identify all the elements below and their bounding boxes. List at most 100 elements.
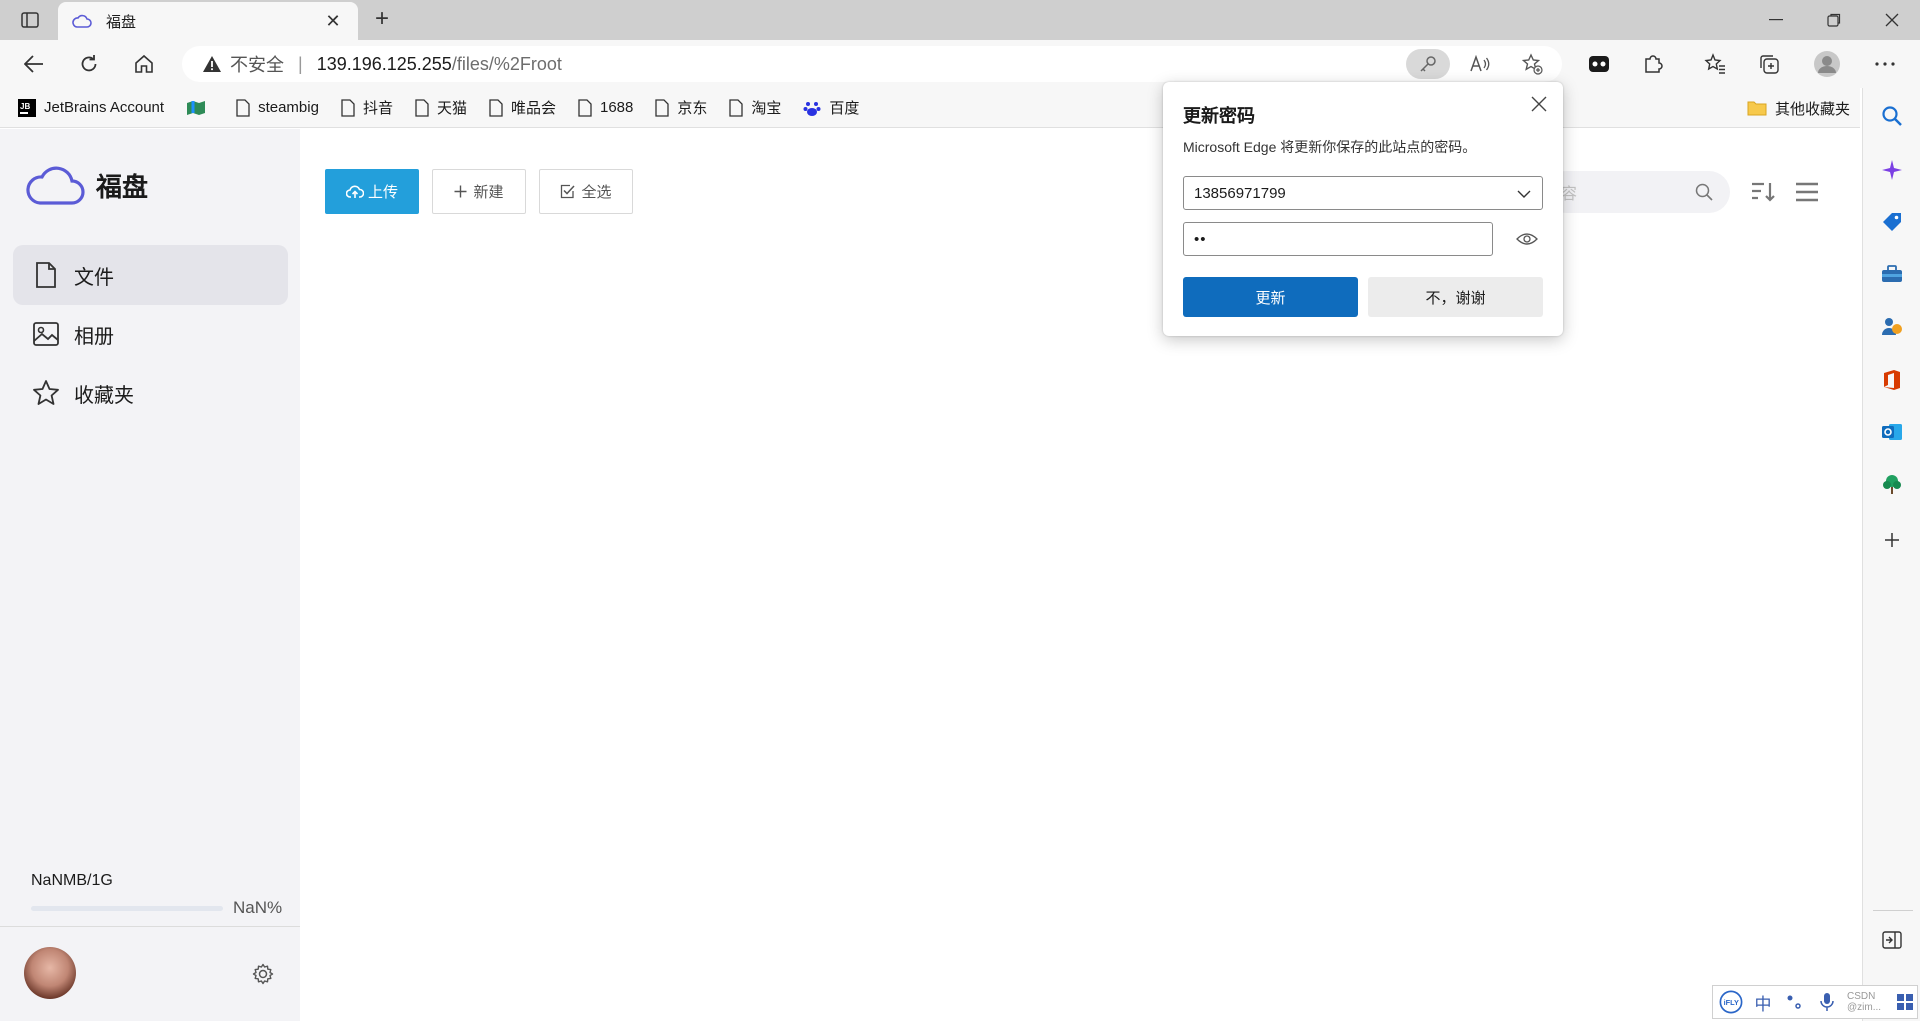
bookmark-map[interactable] xyxy=(186,100,214,116)
bookmark-jd[interactable]: 京东 xyxy=(655,97,707,118)
page-icon xyxy=(578,98,592,117)
panel-collapse-icon xyxy=(1882,931,1902,949)
new-tab-button[interactable]: + xyxy=(368,6,396,34)
profile-icon xyxy=(1814,51,1840,77)
hamburger-icon xyxy=(1796,182,1818,202)
bookmark-label: 唯品会 xyxy=(510,100,556,117)
close-window-button[interactable] xyxy=(1864,0,1920,40)
sidebar-games-button[interactable] xyxy=(1880,314,1904,338)
dialog-close-button[interactable] xyxy=(1527,92,1551,116)
bookmark-tmall[interactable]: 天猫 xyxy=(415,97,467,118)
show-password-button[interactable] xyxy=(1515,229,1539,249)
url-path: /files/%2Froot xyxy=(451,53,562,74)
new-button[interactable]: 新建 xyxy=(432,169,526,214)
password-key-button[interactable] xyxy=(1406,49,1450,79)
svg-text:iFLY: iFLY xyxy=(1724,998,1739,1007)
app-logo[interactable]: 福盘 xyxy=(26,163,148,207)
address-separator: | xyxy=(298,53,303,74)
upload-button[interactable]: 上传 xyxy=(325,169,419,214)
ime-mode-toggle[interactable]: 中 xyxy=(1751,988,1775,1016)
profile-button[interactable] xyxy=(1811,48,1843,80)
extension-button-1[interactable] xyxy=(1583,48,1615,80)
star-icon xyxy=(32,379,60,407)
ifly-logo-icon[interactable]: iFLY xyxy=(1719,988,1743,1016)
bookmark-steambig[interactable]: steambig xyxy=(236,98,319,117)
tab-title: 福盘 xyxy=(106,13,137,31)
decline-button[interactable]: 不，谢谢 xyxy=(1368,277,1543,317)
read-aloud-icon xyxy=(1470,55,1490,72)
sidebar-search-button[interactable] xyxy=(1880,104,1904,128)
nav-item-favorites[interactable]: 收藏夹 xyxy=(13,363,288,423)
bookmark-vip[interactable]: 唯品会 xyxy=(489,97,556,118)
view-menu-button[interactable] xyxy=(1792,177,1822,207)
sidebar-tree-button[interactable] xyxy=(1880,472,1904,496)
settings-button[interactable] xyxy=(251,962,275,986)
address-bar[interactable]: 不安全 | 139.196.125.255/files/%2Froot xyxy=(182,46,1562,82)
watermark-text: CSDN @zim... xyxy=(1847,991,1882,1013)
svg-text:JB: JB xyxy=(20,102,30,111)
sidebar-tools-button[interactable] xyxy=(1880,262,1904,286)
more-menu-button[interactable] xyxy=(1869,48,1901,80)
add-favorite-button[interactable] xyxy=(1510,49,1554,79)
bookmark-jetbrains[interactable]: JB JetBrains Account xyxy=(18,98,164,117)
tab-actions-button[interactable] xyxy=(18,9,42,31)
microphone-icon[interactable] xyxy=(1815,988,1839,1016)
sidebar-shopping-button[interactable] xyxy=(1880,210,1904,234)
browser-toolbar: 不安全 | 139.196.125.255/files/%2Froot xyxy=(0,40,1920,88)
tab-actions-icon xyxy=(21,12,39,28)
minimize-button[interactable] xyxy=(1748,0,1804,40)
avatar[interactable] xyxy=(24,947,76,999)
extensions-button[interactable] xyxy=(1637,48,1669,80)
bookmark-douyin[interactable]: 抖音 xyxy=(341,97,393,118)
nav-item-files[interactable]: 文件 xyxy=(13,245,288,305)
search-input[interactable]: 容 xyxy=(1545,171,1730,213)
page-icon xyxy=(341,98,355,117)
page-icon xyxy=(415,98,429,117)
sidebar-collapse-button[interactable] xyxy=(1880,928,1904,952)
back-button[interactable] xyxy=(18,48,50,80)
bookmark-1688[interactable]: 1688 xyxy=(578,98,633,117)
update-password-button[interactable]: 更新 xyxy=(1183,277,1358,317)
search-icon[interactable] xyxy=(1694,182,1714,207)
favorites-button[interactable] xyxy=(1699,48,1731,80)
page-icon xyxy=(655,98,670,117)
password-field[interactable]: •• xyxy=(1183,222,1493,256)
checkbox-icon xyxy=(561,184,576,199)
username-select[interactable]: 13856971799 xyxy=(1183,176,1543,210)
other-favorites-folder[interactable]: 其他收藏夹 xyxy=(1747,88,1850,128)
collections-button[interactable] xyxy=(1753,48,1785,80)
restore-button[interactable] xyxy=(1806,0,1862,40)
folder-icon xyxy=(1747,100,1767,116)
storage-used-text: NaNMB/1G xyxy=(31,872,113,889)
sparkle-icon xyxy=(1882,160,1902,180)
edge-sidebar xyxy=(1862,88,1920,1021)
sidebar-add-button[interactable] xyxy=(1880,528,1904,552)
ime-grid-icon[interactable] xyxy=(1893,988,1917,1016)
nav-item-album[interactable]: 相册 xyxy=(13,304,288,364)
favorites-icon xyxy=(1704,53,1725,74)
bookmark-label: 京东 xyxy=(677,100,708,117)
punctuation-icon[interactable] xyxy=(1783,988,1807,1016)
main-content: 上传 新建 全选 容 xyxy=(300,129,1862,1021)
sidebar-copilot-button[interactable] xyxy=(1880,158,1904,182)
bookmark-baidu[interactable]: 百度 xyxy=(803,97,859,118)
refresh-button[interactable] xyxy=(73,48,105,80)
sidebar-office-button[interactable] xyxy=(1880,368,1904,392)
page-icon xyxy=(729,98,744,117)
active-tab[interactable]: 福盘 ✕ xyxy=(58,2,358,40)
bookmark-taobao[interactable]: 淘宝 xyxy=(729,97,781,118)
tab-close-icon[interactable]: ✕ xyxy=(322,11,344,32)
office-icon xyxy=(1884,370,1900,390)
warning-icon xyxy=(203,56,221,72)
toolbox-icon xyxy=(1882,265,1902,282)
home-button[interactable] xyxy=(128,48,160,80)
sidebar-outlook-button[interactable] xyxy=(1880,420,1904,444)
bookmark-label: steambig xyxy=(258,99,319,116)
url-host: 139.196.125.255 xyxy=(316,53,452,74)
chevron-down-icon xyxy=(1516,186,1532,206)
select-all-button[interactable]: 全选 xyxy=(539,169,633,214)
other-favorites-label: 其他收藏夹 xyxy=(1774,100,1850,118)
outlook-icon xyxy=(1882,424,1902,440)
read-aloud-button[interactable] xyxy=(1458,49,1502,79)
sort-button[interactable] xyxy=(1748,177,1778,207)
